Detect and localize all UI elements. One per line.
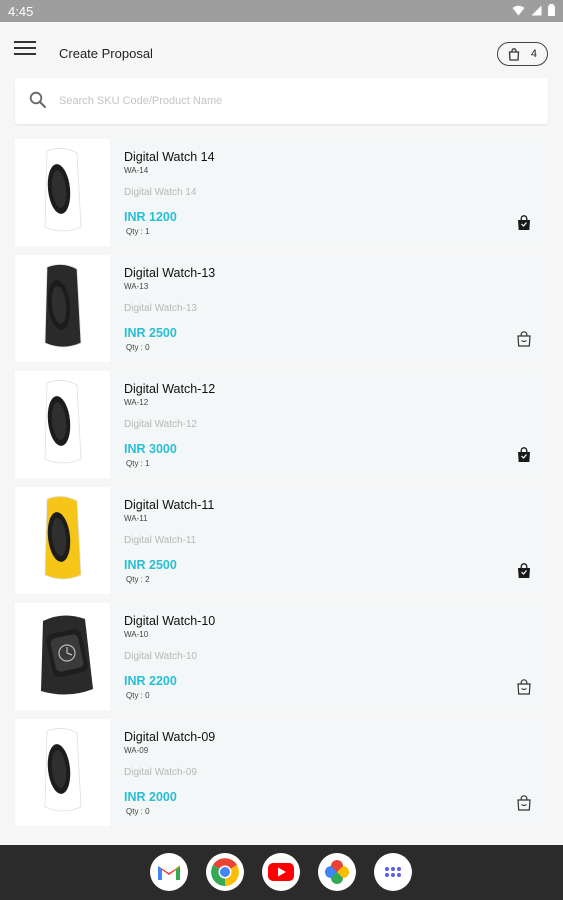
product-quantity: Qty : 1: [126, 227, 150, 236]
product-name: Digital Watch 14: [124, 150, 215, 164]
status-time: 4:45: [8, 4, 34, 19]
status-icons: [512, 4, 555, 16]
product-quantity: Qty : 0: [126, 691, 150, 700]
product-price: INR 2500: [124, 558, 177, 572]
watch-icon: [33, 493, 93, 588]
product-description: Digital Watch-11: [124, 535, 197, 546]
chrome-icon[interactable]: [206, 853, 244, 891]
product-quantity: Qty : 1: [126, 459, 150, 468]
wifi-icon: [512, 5, 525, 15]
photos-icon[interactable]: [318, 853, 356, 891]
product-price: INR 2200: [124, 674, 177, 688]
status-bar: 4:45: [0, 0, 563, 22]
product-name: Digital Watch-11: [124, 498, 215, 512]
product-name: Digital Watch-12: [124, 382, 216, 396]
page-title: Create Proposal: [59, 46, 153, 61]
product-quantity: Qty : 2: [126, 575, 150, 584]
product-image: [15, 139, 110, 246]
bag-check-icon[interactable]: [516, 447, 532, 463]
menu-icon[interactable]: [14, 41, 36, 57]
youtube-icon[interactable]: [262, 853, 300, 891]
product-description: Digital Watch 14: [124, 187, 197, 198]
product-sku: WA-11: [124, 514, 148, 523]
app-bar: Create Proposal 4: [0, 22, 563, 76]
add-to-bag-icon[interactable]: [516, 331, 532, 347]
cart-count: 4: [530, 48, 537, 60]
product-list: Digital Watch 14 WA-14 Digital Watch 14 …: [15, 139, 548, 835]
product-price: INR 3000: [124, 442, 177, 456]
product-sku: WA-13: [124, 282, 149, 291]
product-name: Digital Watch-09: [124, 730, 216, 744]
navigation-dock: [0, 845, 563, 900]
cart-button[interactable]: 4: [497, 42, 548, 66]
product-sku: WA-12: [124, 398, 149, 407]
product-sku: WA-10: [124, 630, 149, 639]
product-sku: WA-09: [124, 746, 149, 755]
product-image: [15, 719, 110, 826]
bag-check-icon[interactable]: [516, 215, 532, 231]
product-card[interactable]: Digital Watch-13 WA-13 Digital Watch-13 …: [15, 255, 548, 362]
product-quantity: Qty : 0: [126, 343, 150, 352]
product-image: [15, 487, 110, 594]
gmail-icon[interactable]: [150, 853, 188, 891]
product-card[interactable]: Digital Watch-10 WA-10 Digital Watch-10 …: [15, 603, 548, 710]
product-card[interactable]: Digital Watch-09 WA-09 Digital Watch-09 …: [15, 719, 548, 826]
product-image: [15, 603, 110, 710]
product-description: Digital Watch-10: [124, 651, 197, 662]
add-to-bag-icon[interactable]: [516, 795, 532, 811]
watch-icon: [33, 145, 93, 240]
watch-icon: [33, 725, 93, 820]
product-image: [15, 255, 110, 362]
product-image: [15, 371, 110, 478]
search-input[interactable]: [59, 88, 529, 114]
product-name: Digital Watch-13: [124, 266, 216, 280]
product-name: Digital Watch-10: [124, 614, 216, 628]
watch-icon: [33, 377, 93, 472]
search-icon: [29, 91, 46, 108]
app-drawer-icon[interactable]: [374, 853, 412, 891]
product-price: INR 2500: [124, 326, 177, 340]
battery-icon: [548, 4, 555, 16]
signal-icon: [531, 5, 542, 15]
product-sku: WA-14: [124, 166, 149, 175]
watch-icon: [33, 261, 93, 356]
add-to-bag-icon[interactable]: [516, 679, 532, 695]
product-price: INR 1200: [124, 210, 177, 224]
bag-check-icon[interactable]: [516, 563, 532, 579]
search-bar: [15, 78, 548, 124]
shopping-bag-icon: [508, 47, 520, 61]
product-price: INR 2000: [124, 790, 177, 804]
product-card[interactable]: Digital Watch 14 WA-14 Digital Watch 14 …: [15, 139, 548, 246]
product-card[interactable]: Digital Watch-11 WA-11 Digital Watch-11 …: [15, 487, 548, 594]
product-description: Digital Watch-09: [124, 767, 197, 778]
product-description: Digital Watch-12: [124, 419, 197, 430]
product-quantity: Qty : 0: [126, 807, 150, 816]
product-card[interactable]: Digital Watch-12 WA-12 Digital Watch-12 …: [15, 371, 548, 478]
watch-icon: [23, 611, 103, 702]
product-description: Digital Watch-13: [124, 303, 197, 314]
